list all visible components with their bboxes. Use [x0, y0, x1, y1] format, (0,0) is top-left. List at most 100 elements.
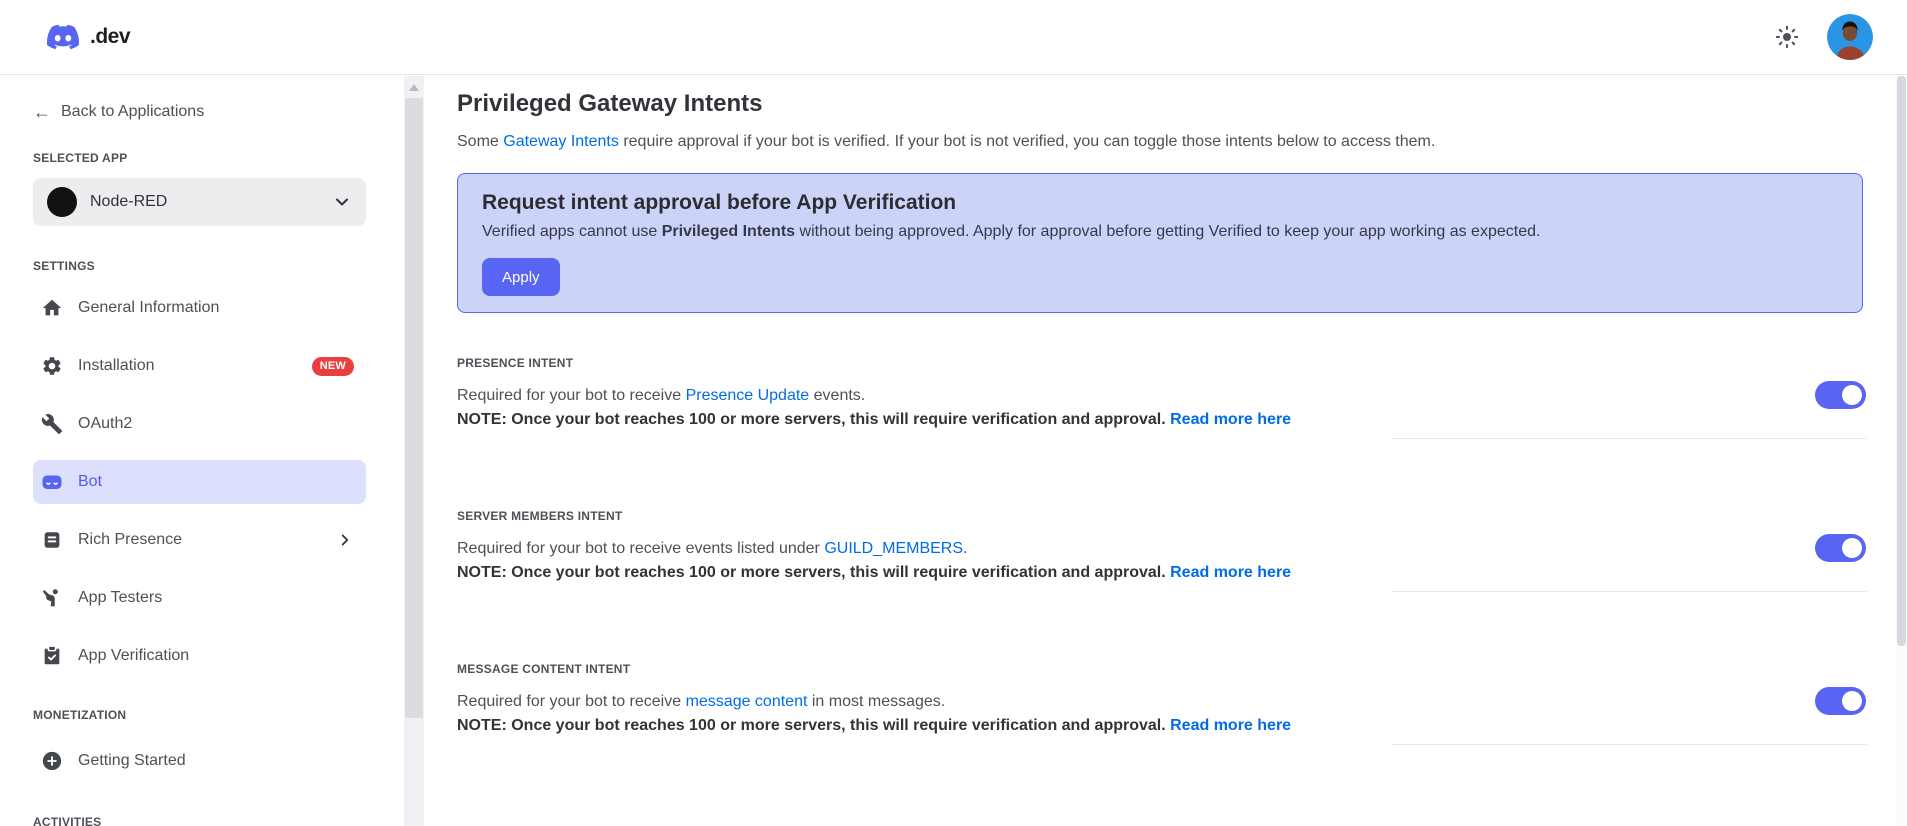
new-badge: NEW: [311, 356, 354, 376]
back-arrow-icon: ←: [33, 102, 51, 122]
sidebar-scrollbar[interactable]: [404, 76, 424, 826]
scroll-up-arrow-icon[interactable]: [409, 84, 419, 91]
plus-circle-icon: [40, 749, 64, 773]
intent-desc-suffix: events.: [809, 387, 866, 404]
banner-body-prefix: Verified apps cannot use: [482, 223, 662, 240]
intent-note-text: NOTE: Once your bot reaches 100 or more …: [457, 411, 1171, 428]
sidebar-item-label: Installation: [78, 357, 155, 374]
settings-heading: SETTINGS: [33, 259, 95, 273]
gateway-intents-link[interactable]: Gateway Intents: [503, 133, 619, 150]
theme-toggle-button[interactable]: [1773, 23, 1801, 51]
user-avatar[interactable]: [1827, 14, 1873, 60]
wrench-icon: [40, 412, 64, 436]
banner-body-suffix: without being approved. Apply for approv…: [795, 223, 1541, 240]
discord-dev-logo[interactable]: .dev: [42, 21, 131, 53]
sidebar-item-label: OAuth2: [78, 415, 133, 432]
intent-description: Required for your bot to receive events …: [457, 537, 1867, 561]
server-members-intent-section: SERVER MEMBERS INTENT Required for your …: [457, 509, 1880, 592]
chevron-down-icon: [336, 198, 348, 206]
app-verification-icon: [40, 644, 64, 668]
presence-update-link[interactable]: Presence Update: [686, 387, 810, 404]
divider: [1391, 591, 1867, 592]
intro-prefix: Some: [457, 133, 504, 150]
intent-desc-prefix: Required for your bot to receive: [457, 387, 686, 404]
intents-list: PRESENCE INTENT Required for your bot to…: [457, 356, 1880, 745]
message-content-intent-toggle[interactable]: [1815, 687, 1866, 715]
sidebar: ← Back to Applications SELECTED APP Node…: [0, 76, 402, 826]
monetization-heading: MONETIZATION: [33, 708, 127, 722]
chevron-right-icon: [341, 534, 349, 546]
sidebar-item-general-information[interactable]: General Information: [33, 286, 366, 330]
banner-title: Request intent approval before App Verif…: [482, 191, 957, 214]
intent-approval-banner: Request intent approval before App Verif…: [457, 173, 1863, 313]
sidebar-item-label: Rich Presence: [78, 531, 183, 548]
banner-body-bold: Privileged Intents: [661, 223, 796, 240]
sidebar-item-bot[interactable]: Bot: [33, 460, 366, 504]
presence-intent-toggle[interactable]: [1815, 381, 1866, 409]
intent-note: NOTE: Once your bot reaches 100 or more …: [457, 408, 1867, 432]
apply-button[interactable]: Apply: [482, 258, 560, 296]
sidebar-item-getting-started[interactable]: Getting Started: [33, 739, 366, 783]
page-scrollbar-thumb[interactable]: [1897, 76, 1906, 646]
intent-desc-prefix: Required for your bot to receive events …: [457, 540, 825, 557]
sun-icon: [1775, 25, 1799, 49]
discord-logo-icon: [46, 24, 80, 50]
back-link-label: Back to Applications: [61, 103, 205, 120]
intent-note: NOTE: Once your bot reaches 100 or more …: [457, 714, 1867, 738]
sidebar-item-rich-presence[interactable]: Rich Presence: [33, 518, 366, 562]
intent-label: MESSAGE CONTENT INTENT: [457, 662, 631, 676]
app-testers-icon: [40, 586, 64, 610]
intro-paragraph: Some Gateway Intents require approval if…: [457, 131, 1880, 153]
main-content: Privileged Gateway Intents Some Gateway …: [424, 76, 1893, 826]
bot-icon: [40, 470, 64, 494]
top-bar: .dev: [0, 0, 1907, 75]
top-bar-actions: [1773, 14, 1873, 60]
sidebar-item-app-testers[interactable]: App Testers: [33, 576, 366, 620]
divider: [1391, 438, 1867, 439]
message-content-link[interactable]: message content: [686, 693, 808, 710]
toggle-knob: [1842, 691, 1862, 711]
discord-developer-portal: .dev ← Back to Applications SELECTED APP…: [0, 0, 1907, 826]
read-more-link[interactable]: Read more here: [1170, 411, 1291, 428]
toggle-knob: [1842, 538, 1862, 558]
intent-label: SERVER MEMBERS INTENT: [457, 509, 623, 523]
monetization-nav: Getting Started: [33, 739, 366, 783]
sidebar-item-label: App Verification: [78, 647, 190, 664]
banner-body: Verified apps cannot use Privileged Inte…: [482, 221, 1838, 243]
intent-note-text: NOTE: Once your bot reaches 100 or more …: [457, 564, 1171, 581]
back-to-applications-link[interactable]: ← Back to Applications: [33, 101, 366, 123]
intent-label: PRESENCE INTENT: [457, 356, 574, 370]
intent-desc-suffix: in most messages.: [807, 693, 946, 710]
sidebar-item-label: Bot: [78, 473, 103, 490]
read-more-link[interactable]: Read more here: [1170, 717, 1291, 734]
intent-desc-suffix: .: [963, 540, 968, 557]
app-selector[interactable]: Node-RED: [33, 178, 366, 226]
sidebar-item-installation[interactable]: Installation NEW: [33, 344, 366, 388]
settings-nav: General Information Installation NEW OAu…: [33, 286, 366, 678]
guild-members-link[interactable]: GUILD_MEMBERS: [824, 540, 963, 557]
read-more-link[interactable]: Read more here: [1170, 564, 1291, 581]
activities-heading: ACTIVITIES: [33, 815, 102, 826]
intent-note: NOTE: Once your bot reaches 100 or more …: [457, 561, 1867, 585]
sidebar-item-label: Getting Started: [78, 752, 186, 769]
sidebar-item-oauth2[interactable]: OAuth2: [33, 402, 366, 446]
sidebar-scrollbar-thumb[interactable]: [405, 98, 423, 718]
toggle-knob: [1842, 385, 1862, 405]
intent-description: Required for your bot to receive Presenc…: [457, 384, 1867, 408]
divider: [1391, 744, 1867, 745]
presence-intent-section: PRESENCE INTENT Required for your bot to…: [457, 356, 1880, 439]
gear-icon: [40, 354, 64, 378]
intent-description: Required for your bot to receive message…: [457, 690, 1867, 714]
selected-app-heading: SELECTED APP: [33, 151, 128, 165]
home-icon: [40, 296, 64, 320]
sidebar-item-label: General Information: [78, 299, 220, 316]
app-name: Node-RED: [90, 193, 168, 210]
app-avatar: [47, 187, 77, 217]
logo-text: .dev: [90, 25, 131, 48]
page-title: Privileged Gateway Intents: [457, 90, 763, 117]
intent-note-text: NOTE: Once your bot reaches 100 or more …: [457, 717, 1171, 734]
page-scrollbar[interactable]: [1896, 76, 1907, 826]
server-members-intent-toggle[interactable]: [1815, 534, 1866, 562]
rich-presence-icon: [40, 528, 64, 552]
sidebar-item-app-verification[interactable]: App Verification: [33, 634, 366, 678]
